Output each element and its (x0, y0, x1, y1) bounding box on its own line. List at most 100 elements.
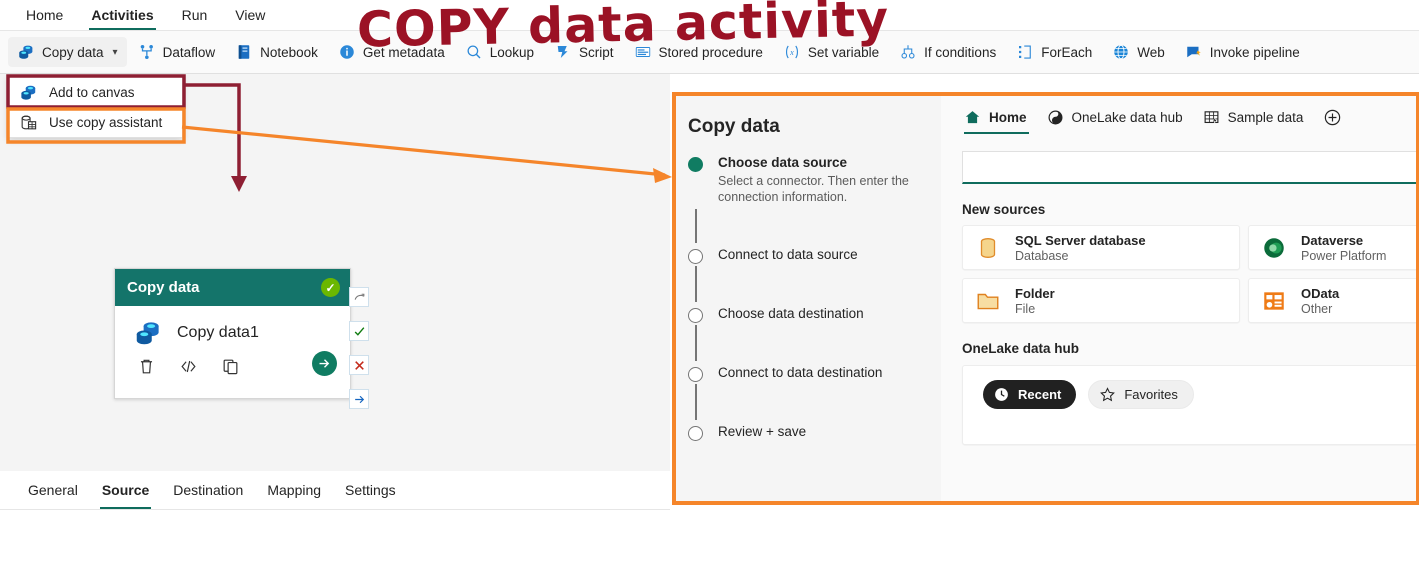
copy-data-assistant-dialog: Copy data Choose data source Select a co… (673, 93, 1419, 504)
step-indicator-icon (688, 249, 703, 264)
tab-general[interactable]: General (20, 473, 86, 508)
properties-panel: Connection* Desktop_LocalSource ▾ Refres… (0, 510, 960, 578)
dialog-tab-label: Home (989, 110, 1027, 125)
menu-item-home[interactable]: Home (14, 2, 75, 29)
source-card-odata[interactable]: OData Other (1248, 278, 1418, 323)
clock-icon (995, 388, 1008, 401)
step-indicator-icon (688, 157, 703, 172)
ribbon-button-copy-data[interactable]: Copy data ▾ (8, 37, 127, 67)
step-connector-line (695, 266, 697, 302)
tab-destination[interactable]: Destination (165, 473, 251, 508)
dialog-tab-onelake-data-hub[interactable]: OneLake data hub (1047, 109, 1183, 134)
ribbon-button-web[interactable]: Web (1103, 37, 1174, 67)
step-review-save[interactable]: Review + save (688, 424, 921, 441)
on-success-connector[interactable] (349, 321, 369, 341)
step-indicator-icon (688, 367, 703, 382)
dialog-tab-add[interactable] (1323, 108, 1342, 135)
step-choose-data-source[interactable]: Choose data source Select a connector. T… (688, 155, 921, 205)
source-card-folder[interactable]: Folder File (962, 278, 1240, 323)
source-card-category: Power Platform (1301, 248, 1387, 263)
activity-card-body: Copy data1 (115, 306, 350, 348)
web-icon (1114, 44, 1128, 60)
activity-card-title: Copy data (127, 279, 200, 296)
hub-pill-favorites[interactable]: Favorites (1088, 380, 1194, 409)
step-indicator-icon (688, 426, 703, 441)
hub-pill-label: Recent (1018, 387, 1062, 402)
ribbon-button-if-conditions[interactable]: If conditions (890, 37, 1005, 67)
sample-data-icon (1204, 111, 1219, 125)
step-label: Connect to data source (718, 247, 858, 262)
step-description: Select a connector. Then enter the conne… (718, 174, 909, 204)
get-metadata-icon (340, 45, 354, 59)
menubar: Home Activities Run View (0, 0, 1419, 31)
source-card-name: Folder (1015, 285, 1055, 301)
code-icon[interactable] (178, 357, 199, 376)
arrow-right-icon[interactable] (312, 351, 337, 376)
hub-pill-label: Favorites (1124, 387, 1178, 402)
ribbon-button-lookup[interactable]: Lookup (456, 37, 543, 67)
step-label: Choose data source (718, 155, 848, 170)
source-card-dataverse[interactable]: Dataverse Power Platform (1248, 225, 1418, 270)
hub-filter-pills: Recent Favorites (983, 380, 1418, 409)
ribbon-label-lookup: Lookup (489, 44, 535, 60)
source-card-name: SQL Server database (1015, 232, 1146, 248)
activity-card-toolbar (115, 348, 350, 376)
ribbon-button-notebook[interactable]: Notebook (226, 37, 327, 67)
step-connector-line (695, 325, 697, 361)
copy-data-dropdown-menu: Add to canvas Use copy assistant (8, 76, 183, 138)
dialog-tab-sample-data[interactable]: Sample data (1203, 109, 1304, 134)
activity-card-header: Copy data ✓ (115, 269, 350, 306)
activities-ribbon: Copy data ▾ Dataflow Notebook Get metada… (0, 31, 1419, 74)
dialog-title: Copy data (688, 116, 780, 137)
hub-pill-recent[interactable]: Recent (983, 380, 1077, 409)
menu-item-view[interactable]: View (223, 2, 277, 29)
step-connect-to-data-source[interactable]: Connect to data source (688, 247, 921, 264)
tab-mapping[interactable]: Mapping (259, 473, 329, 508)
duplicate-icon[interactable] (221, 357, 240, 376)
search-input[interactable] (962, 151, 1418, 184)
on-completion-connector[interactable] (349, 389, 369, 409)
ribbon-label-stored-procedure: Stored procedure (658, 44, 763, 60)
ribbon-button-set-variable[interactable]: x Set variable (774, 37, 888, 67)
source-card-category: File (1015, 301, 1036, 316)
menu-item-use-copy-assistant[interactable]: Use copy assistant (9, 107, 182, 137)
step-choose-data-destination[interactable]: Choose data destination (688, 306, 921, 323)
script-icon (557, 46, 568, 58)
source-card-category: Other (1301, 301, 1333, 316)
activity-card-copy-data[interactable]: Copy data ✓ Copy data1 (114, 268, 351, 399)
tab-settings[interactable]: Settings (337, 473, 404, 508)
menu-item-add-to-canvas[interactable]: Add to canvas (9, 77, 182, 107)
activity-output-connectors (349, 287, 369, 423)
ribbon-label-if-conditions: If conditions (924, 44, 997, 60)
dialog-tab-label: OneLake data hub (1071, 110, 1183, 125)
folder-icon (977, 293, 999, 309)
odata-icon (1264, 291, 1284, 310)
set-variable-icon: x (785, 45, 798, 59)
tab-source[interactable]: Source (94, 473, 157, 509)
chevron-down-icon[interactable]: ▾ (113, 47, 118, 58)
on-fail-connector[interactable] (349, 355, 369, 375)
ribbon-button-script[interactable]: Script (545, 37, 623, 67)
invoke-pipeline-icon (1187, 46, 1201, 58)
ribbon-button-get-metadata[interactable]: Get metadata (329, 37, 454, 67)
ribbon-label-dataflow: Dataflow (162, 44, 216, 60)
step-label: Review + save (718, 424, 807, 439)
ribbon-button-dataflow[interactable]: Dataflow (129, 37, 225, 67)
step-label: Connect to data destination (718, 365, 883, 380)
step-connect-to-data-destination[interactable]: Connect to data destination (688, 365, 921, 382)
onelake-icon (1048, 110, 1062, 125)
menu-item-activities[interactable]: Activities (79, 2, 165, 30)
dialog-tab-home[interactable]: Home (964, 109, 1029, 134)
ribbon-button-foreach[interactable]: ForEach (1007, 37, 1101, 67)
svg-text:x: x (789, 48, 794, 57)
ribbon-button-invoke-pipeline[interactable]: Invoke pipeline (1176, 37, 1309, 67)
on-skip-connector[interactable] (349, 287, 369, 307)
delete-icon[interactable] (137, 357, 156, 376)
home-icon (965, 111, 980, 124)
new-sources-heading: New sources (962, 202, 1046, 217)
ribbon-button-stored-procedure[interactable]: Stored procedure (625, 37, 772, 67)
source-card-sql-server-database[interactable]: SQL Server database Database (962, 225, 1240, 270)
dataverse-icon (1264, 237, 1284, 258)
dialog-tab-label: Sample data (1227, 110, 1304, 125)
menu-item-run[interactable]: Run (170, 2, 220, 29)
